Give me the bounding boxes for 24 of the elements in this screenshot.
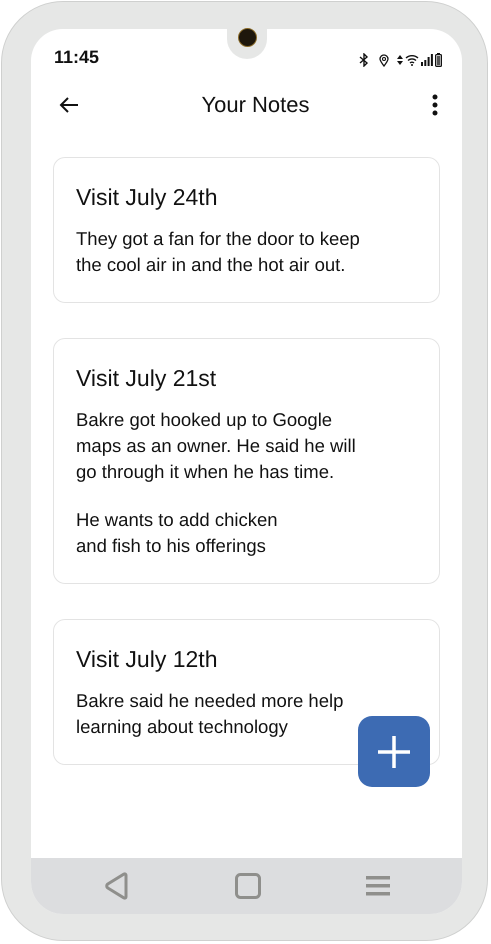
more-vertical-icon	[432, 94, 438, 116]
note-card[interactable]: Visit July 24th They got a fan for the door to keep the cool air in and the hot air out.	[53, 157, 440, 303]
note-card[interactable]: Visit July 21st Bakre got hooked up to Google maps as an owner. He said he will go through it when he has time. He wants to add chicken and fish to his offerings	[53, 338, 440, 584]
wifi-icon	[405, 54, 419, 66]
square-home-icon	[234, 873, 260, 899]
note-title: Visit July 21st	[76, 365, 218, 392]
signal-icon	[421, 54, 433, 66]
plus-icon	[377, 734, 411, 768]
triangle-back-icon	[104, 872, 130, 900]
bluetooth-icon	[359, 53, 369, 67]
note-title: Visit July 24th	[76, 184, 218, 211]
note-text: Bakre got hooked up to Google maps as an owner. He said he will go through it when he has time.	[76, 408, 357, 484]
menu-icon	[366, 876, 390, 896]
battery-icon	[435, 53, 442, 67]
note-text: Bakre said he needed more help learning about technology	[76, 689, 344, 739]
note-text: He wants to add chicken and fish to his offerings	[76, 508, 279, 558]
back-arrow-icon	[59, 97, 79, 113]
status-time: 11:45	[54, 46, 100, 68]
data-arrows-icon	[397, 55, 403, 65]
note-text: They got a fan for the door to keep the cool air in and the hot air out.	[76, 227, 361, 277]
page-title: Your Notes	[201, 92, 310, 118]
add-note-button[interactable]	[358, 716, 430, 787]
note-title: Visit July 12th	[76, 646, 218, 673]
location-icon	[379, 54, 389, 66]
